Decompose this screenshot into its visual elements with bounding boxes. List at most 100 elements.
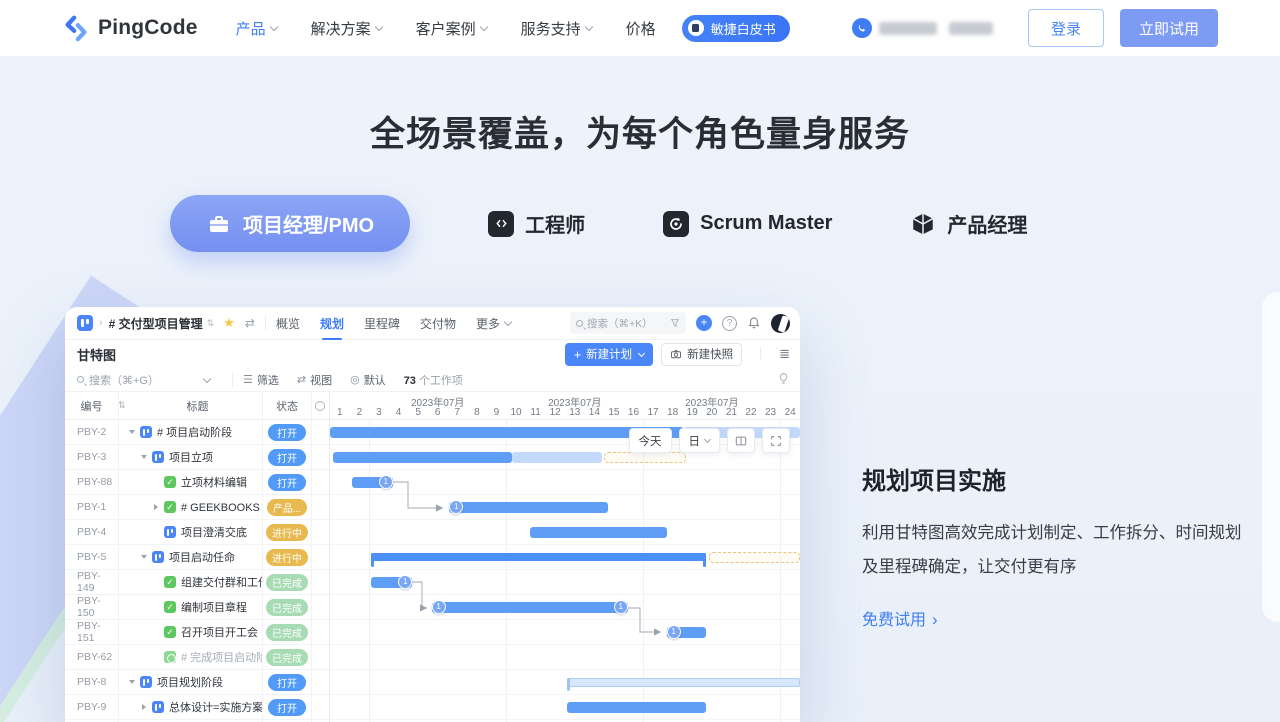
dependency-count-badge[interactable]: 1 — [432, 600, 446, 614]
avatar[interactable] — [771, 314, 790, 333]
dependency-count-badge[interactable]: 1 — [379, 475, 393, 489]
gantt-bar-solid[interactable] — [567, 702, 706, 713]
chevron-right-icon[interactable] — [150, 504, 162, 510]
status-badge[interactable]: 打开 — [268, 424, 306, 441]
gantt-bar-dashed[interactable] — [604, 452, 686, 463]
add-button[interactable]: + — [696, 315, 712, 331]
status-badge[interactable]: 进行中 — [266, 549, 308, 566]
window-tab-规划[interactable]: 规划 — [320, 307, 344, 340]
view-settings-button[interactable]: ⇄视图 — [297, 372, 332, 388]
nav-item-价格[interactable]: 价格 — [626, 18, 656, 39]
table-row[interactable]: PBY-5项目启动任命进行中 — [65, 545, 329, 570]
col-header-id[interactable]: 编号 — [65, 398, 118, 414]
bell-icon[interactable] — [747, 316, 761, 330]
table-row[interactable]: PBY-8项目规划阶段打开 — [65, 670, 329, 695]
table-row[interactable]: PBY-3项目立项打开 — [65, 445, 329, 470]
role-tab-Scrum Master[interactable]: Scrum Master — [663, 211, 832, 237]
new-plan-button[interactable]: 新建计划 — [565, 343, 654, 366]
filter-lines-icon: ☰ — [243, 373, 253, 386]
role-tab-工程师[interactable]: 工程师 — [488, 209, 585, 238]
whitepaper-badge[interactable]: 敏捷白皮书 — [682, 15, 790, 42]
default-view-button[interactable]: ◎默认 — [350, 372, 386, 388]
task-id: PBY-1 — [65, 501, 118, 513]
today-button[interactable]: 今天 — [629, 428, 672, 453]
gantt-toolbar: 甘特图 新建计划 新建快照 ≣ — [65, 340, 800, 368]
col-header-status[interactable]: 状态 — [263, 398, 311, 414]
window-tab-里程碑[interactable]: 里程碑 — [364, 307, 400, 340]
split-view-button[interactable] — [727, 428, 755, 453]
tips-bulb-icon[interactable] — [777, 372, 790, 388]
fullscreen-button[interactable] — [762, 428, 790, 453]
task-title-cell: 项目规划阶段 — [118, 674, 263, 690]
window-tab-更多[interactable]: 更多 — [476, 307, 511, 340]
window-tab-概览[interactable]: 概览 — [276, 307, 300, 340]
status-badge[interactable]: 已完成 — [266, 649, 308, 666]
help-icon[interactable]: ? — [722, 316, 737, 331]
column-settings-icon[interactable] — [311, 401, 329, 411]
table-row[interactable]: PBY-150编制项目章程已完成 — [65, 595, 329, 620]
star-icon[interactable]: ★ — [223, 315, 235, 331]
gantt-body: 今天 日 111111 — [330, 420, 800, 722]
status-badge[interactable]: 已完成 — [266, 624, 308, 641]
col-header-title[interactable]: 标题 — [132, 398, 263, 414]
status-badge[interactable]: 打开 — [268, 449, 306, 466]
status-badge[interactable]: 产品... — [267, 499, 307, 516]
status-badge[interactable]: 已完成 — [266, 574, 308, 591]
new-snapshot-button[interactable]: 新建快照 — [661, 343, 742, 366]
status-badge[interactable]: 打开 — [268, 674, 306, 691]
gantt-bar-solid[interactable] — [432, 602, 628, 613]
chevron-down-icon[interactable] — [126, 430, 138, 434]
chevron-down-icon[interactable] — [126, 680, 138, 684]
nav-item-解决方案[interactable]: 解决方案 — [311, 18, 382, 39]
gantt-day-label: 4 — [396, 407, 402, 418]
gantt-bar-summary-light[interactable] — [567, 678, 800, 687]
table-row[interactable]: PBY-149组建交付群和工作台已完成 — [65, 570, 329, 595]
login-button[interactable]: 登录 — [1028, 9, 1104, 47]
free-trial-link[interactable]: 免费试用 — [862, 606, 938, 630]
filter-button[interactable]: ☰筛选 — [243, 372, 279, 388]
window-tab-交付物[interactable]: 交付物 — [420, 307, 456, 340]
gantt-search-input[interactable]: 搜索（⌘+G） — [89, 372, 159, 388]
app-window: › # 交付型项目管理 ⇅ ★ ⇄ 概览规划里程碑交付物更多 搜索（⌘+K） +… — [65, 307, 800, 722]
detail-list-icon[interactable]: ≣ — [779, 346, 790, 362]
global-search-input[interactable]: 搜索（⌘+K） — [570, 312, 686, 334]
chevron-down-icon[interactable] — [203, 374, 211, 382]
table-row[interactable]: PBY-88立项材料编辑打开 — [65, 470, 329, 495]
chevron-right-icon[interactable] — [138, 704, 150, 710]
table-row[interactable]: PBY-1# GEEKBOOKS 极...产品... — [65, 495, 329, 520]
status-badge[interactable]: 打开 — [268, 699, 306, 716]
task-title: 编制项目章程 — [181, 599, 247, 615]
status-badge[interactable]: 已完成 — [266, 599, 308, 616]
table-row[interactable]: PBY-62# 完成项目启动阶段...已完成 — [65, 645, 329, 670]
dependency-count-badge[interactable]: 1 — [614, 600, 628, 614]
role-tab-项目经理/PMO[interactable]: 项目经理/PMO — [170, 195, 410, 252]
table-row[interactable]: PBY-2# 项目启动阶段打开 — [65, 420, 329, 445]
chevron-down-icon[interactable] — [138, 455, 150, 459]
nav-item-服务支持[interactable]: 服务支持 — [521, 18, 592, 39]
gantt-day-label: 22 — [745, 407, 756, 418]
project-title[interactable]: # 交付型项目管理 — [109, 315, 203, 332]
switch-project-icon[interactable]: ⇅ — [207, 318, 214, 329]
gantt-bar-dashed[interactable] — [709, 552, 800, 563]
sort-icon[interactable]: ⇅ — [118, 400, 132, 411]
table-row[interactable]: PBY-9总体设计=实施方案（...打开 — [65, 695, 329, 720]
status-badge[interactable]: 进行中 — [266, 524, 308, 541]
gantt-bar-solid[interactable] — [333, 452, 512, 463]
zoom-unit-dropdown[interactable]: 日 — [679, 428, 721, 453]
gantt-bar-light[interactable] — [512, 452, 602, 463]
table-row[interactable]: PBY-151召开项目开工会已完成 — [65, 620, 329, 645]
table-row[interactable]: PBY-4项目澄清交底进行中 — [65, 520, 329, 545]
try-now-button[interactable]: 立即试用 — [1120, 9, 1218, 47]
swap-icon[interactable]: ⇄ — [245, 316, 255, 330]
role-tab-产品经理[interactable]: 产品经理 — [910, 209, 1027, 238]
nav-item-客户案例[interactable]: 客户案例 — [416, 18, 487, 39]
gantt-bar-solid[interactable] — [449, 502, 608, 513]
gantt-bar-solid[interactable] — [530, 527, 667, 538]
gantt-day-label: 9 — [494, 407, 500, 418]
gantt-bar-summary[interactable] — [371, 553, 706, 561]
chevron-down-icon[interactable] — [138, 555, 150, 559]
dependency-count-badge[interactable]: 1 — [667, 625, 681, 639]
nav-item-产品[interactable]: 产品 — [236, 18, 277, 39]
brand-logo[interactable]: PingCode — [62, 14, 198, 42]
status-badge[interactable]: 打开 — [268, 474, 306, 491]
